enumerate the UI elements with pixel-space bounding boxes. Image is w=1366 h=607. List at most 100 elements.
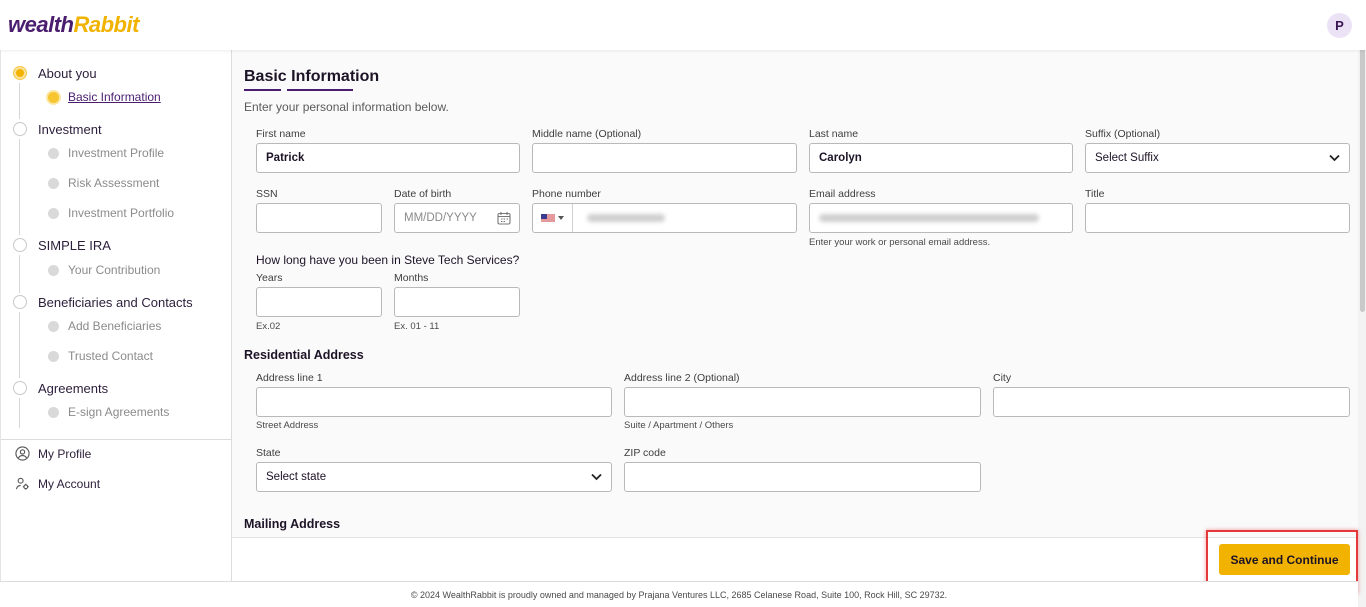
step-agreements[interactable]: Agreements <box>13 379 108 397</box>
residential-address-heading: Residential Address <box>244 348 364 362</box>
user-settings-icon <box>15 477 29 490</box>
my-profile-link[interactable]: My Profile <box>15 446 91 461</box>
substep-dot-icon <box>48 207 59 219</box>
address-line2-hint: Suite / Apartment / Others <box>624 420 734 431</box>
step-label: Investment <box>38 121 102 137</box>
substep-label: Your Contribution <box>68 263 161 277</box>
top-header: wealthRabbit P <box>0 0 1366 50</box>
email-field[interactable] <box>809 203 1073 233</box>
years-label: Years <box>256 272 283 284</box>
job-title-field[interactable] <box>1085 203 1350 233</box>
dob-field[interactable]: MM/DD/YYYY <box>394 203 520 233</box>
substep-investment-portfolio[interactable]: Investment Portfolio <box>48 205 174 221</box>
us-flag-icon <box>541 213 555 223</box>
step-label: SIMPLE IRA <box>38 237 111 253</box>
page-footer: © 2024 WealthRabbit is proudly owned and… <box>0 581 1358 607</box>
suffix-select-value: Select Suffix <box>1095 152 1159 164</box>
step-connector <box>19 139 20 235</box>
state-select[interactable]: Select state <box>256 462 612 492</box>
sidebar-divider <box>1 439 232 440</box>
years-field[interactable] <box>256 287 382 317</box>
phone-label: Phone number <box>532 188 601 200</box>
address-line1-field[interactable] <box>256 387 612 417</box>
last-name-value: Carolyn <box>819 152 862 164</box>
substep-trusted-contact[interactable]: Trusted Contact <box>48 348 153 364</box>
address-line2-field[interactable] <box>624 387 981 417</box>
substep-label: Trusted Contact <box>68 349 153 363</box>
my-account-link[interactable]: My Account <box>15 476 100 491</box>
suffix-select[interactable]: Select Suffix <box>1085 143 1350 173</box>
months-field[interactable] <box>394 287 520 317</box>
user-circle-icon <box>15 446 30 461</box>
last-name-label: Last name <box>809 128 859 140</box>
state-label: State <box>256 447 281 459</box>
substep-e-sign-agreements[interactable]: E-sign Agreements <box>48 404 169 420</box>
email-value-redacted <box>819 214 1039 222</box>
middle-name-field[interactable] <box>532 143 797 173</box>
substep-dot-icon <box>48 147 59 159</box>
address-line1-label: Address line 1 <box>256 372 323 384</box>
country-code-dropdown[interactable] <box>533 204 573 232</box>
substep-risk-assessment[interactable]: Risk Assessment <box>48 175 159 191</box>
step-about-you[interactable]: About you <box>13 64 97 82</box>
city-field[interactable] <box>993 387 1350 417</box>
scrollbar-thumb[interactable] <box>1360 12 1365 312</box>
page-title: Basic Information <box>244 68 380 85</box>
step-label: Agreements <box>38 380 109 396</box>
months-hint: Ex. 01 - 11 <box>394 321 440 332</box>
substep-label: Basic Information <box>68 90 161 104</box>
substep-label: Risk Assessment <box>68 176 160 190</box>
ssn-label: SSN <box>256 188 278 200</box>
substep-label: Investment Profile <box>68 146 165 160</box>
last-name-field[interactable]: Carolyn <box>809 143 1073 173</box>
my-profile-label: My Profile <box>38 446 92 461</box>
middle-name-label: Middle name (Optional) <box>532 128 642 140</box>
step-dot-icon <box>13 295 27 309</box>
dob-label: Date of birth <box>394 188 452 200</box>
state-select-value: Select state <box>266 471 327 483</box>
email-hint: Enter your work or personal email addres… <box>809 237 991 248</box>
step-investment[interactable]: Investment <box>13 120 102 138</box>
user-avatar[interactable]: P <box>1327 13 1352 38</box>
zip-label: ZIP code <box>624 447 666 459</box>
chevron-down-icon <box>591 473 602 481</box>
substep-investment-profile[interactable]: Investment Profile <box>48 145 164 161</box>
substep-label: Add Beneficiaries <box>68 319 162 333</box>
substep-your-contribution[interactable]: Your Contribution <box>48 262 160 278</box>
substep-dot-icon <box>48 177 59 189</box>
step-dot-icon <box>13 122 27 136</box>
substep-active-dot-icon <box>48 91 59 103</box>
city-label: City <box>993 372 1012 384</box>
step-dot-icon <box>13 381 27 395</box>
step-connector <box>19 255 20 293</box>
substep-basic-information[interactable]: Basic Information <box>48 89 161 105</box>
ssn-field[interactable] <box>256 203 382 233</box>
step-active-dot-icon <box>13 66 27 80</box>
substep-dot-icon <box>48 350 59 362</box>
phone-value-redacted <box>587 214 665 222</box>
first-name-value: Patrick <box>266 152 305 164</box>
substep-add-beneficiaries[interactable]: Add Beneficiaries <box>48 318 161 334</box>
substep-dot-icon <box>48 320 59 332</box>
step-beneficiaries-and-contacts[interactable]: Beneficiaries and Contacts <box>13 293 193 311</box>
logo-text-wealth: wealth <box>8 12 74 37</box>
address-line1-hint: Street Address <box>256 420 319 431</box>
phone-field[interactable] <box>532 203 797 233</box>
tenure-question: How long have you been in Steve Tech Ser… <box>256 253 520 267</box>
first-name-field[interactable]: Patrick <box>256 143 520 173</box>
title-label: Title <box>1085 188 1105 200</box>
step-simple-ira[interactable]: SIMPLE IRA <box>13 236 111 254</box>
sidebar: About you Basic Information Investment I… <box>0 50 232 581</box>
step-connector <box>19 312 20 378</box>
dob-placeholder: MM/DD/YYYY <box>404 212 477 224</box>
page-subtitle: Enter your personal information below. <box>244 100 449 114</box>
substep-label: Investment Portfolio <box>68 206 175 220</box>
suffix-label: Suffix (Optional) <box>1085 128 1161 140</box>
calendar-icon[interactable] <box>497 211 511 225</box>
wealthrabbit-logo[interactable]: wealthRabbit <box>8 12 139 38</box>
chevron-down-icon <box>1329 154 1340 162</box>
email-label: Email address <box>809 188 876 200</box>
months-label: Months <box>394 272 429 284</box>
first-name-label: First name <box>256 128 306 140</box>
zip-field[interactable] <box>624 462 981 492</box>
